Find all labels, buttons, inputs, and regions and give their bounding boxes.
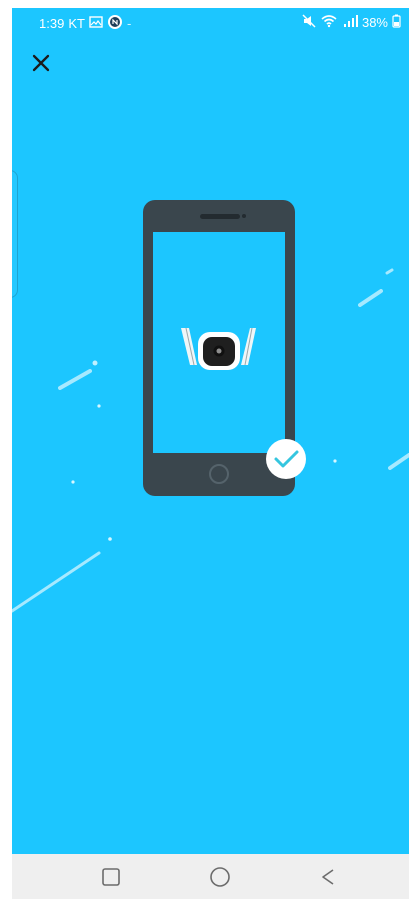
home-button[interactable] [208,865,232,889]
recent-apps-button[interactable] [99,865,123,889]
checkmark-icon [266,439,306,479]
back-triangle-icon [322,869,334,885]
screen: 1:39 KT - 38% [12,8,409,854]
back-button[interactable] [316,865,340,889]
connected-camera-illustration [12,200,409,613]
circle-icon [210,867,230,887]
navigation-bar [12,854,409,899]
square-icon [102,868,120,886]
